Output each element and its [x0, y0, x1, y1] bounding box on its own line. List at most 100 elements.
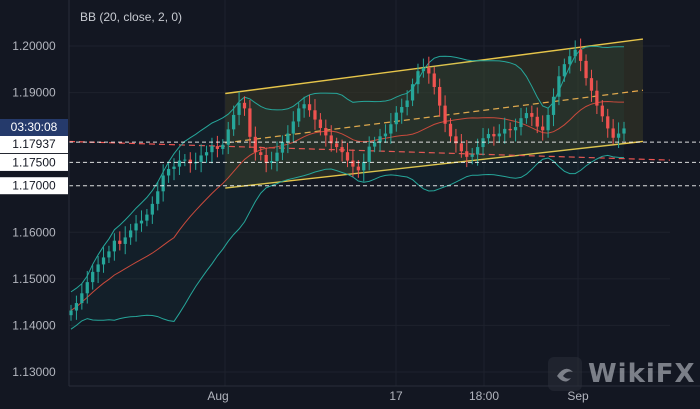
- candle-body: [367, 146, 371, 162]
- candle-body: [481, 138, 485, 148]
- candle-body: [432, 73, 436, 87]
- y-tick-label: 1.17500: [12, 155, 56, 169]
- candle-body: [546, 114, 550, 131]
- candle-body: [318, 119, 323, 128]
- x-tick-label: 17: [389, 389, 403, 403]
- candle-body: [519, 118, 523, 128]
- candle-body: [389, 124, 393, 134]
- y-tick-label: 1.17000: [12, 179, 56, 193]
- candle-body: [302, 104, 306, 109]
- candle-body: [497, 133, 501, 137]
- candle-body: [616, 133, 621, 138]
- candle-body: [313, 110, 317, 120]
- candle-body: [551, 96, 556, 115]
- candle-body: [362, 161, 366, 171]
- candle-countdown-badge: 03:30:08: [0, 119, 68, 136]
- candle-body: [85, 282, 89, 294]
- candle-body: [443, 105, 447, 124]
- candle-body: [280, 141, 285, 153]
- candle-body: [470, 154, 474, 157]
- candle-body: [275, 152, 279, 162]
- candle-body: [410, 84, 415, 101]
- candle-body: [383, 133, 388, 137]
- indicator-legend[interactable]: BB (20, close, 2, 0): [80, 10, 182, 24]
- candle-body: [221, 144, 225, 149]
- x-tick-label: 18:00: [469, 389, 499, 403]
- candle-body: [69, 310, 73, 316]
- candle-body: [242, 102, 247, 109]
- candle-body: [129, 230, 133, 238]
- candle-body: [150, 203, 154, 215]
- candle-body: [237, 102, 241, 115]
- candle-body: [579, 49, 583, 61]
- current-price-badge: 1.17937: [0, 136, 68, 153]
- candle-body: [101, 257, 106, 265]
- y-tick-label: 1.16000: [12, 225, 56, 239]
- candle-body: [215, 146, 220, 149]
- candle-body: [589, 78, 594, 91]
- x-tick-label: Aug: [207, 389, 228, 403]
- candle-body: [503, 128, 507, 134]
- candle-body: [372, 142, 377, 147]
- watermark-text: WikiFX: [588, 359, 696, 389]
- candle-body: [508, 128, 512, 131]
- candle-body: [562, 64, 566, 77]
- candle-body: [459, 143, 463, 152]
- price-chart[interactable]: 1.20000 1.19000 1.17500 1.17000 1.16000 1.150…: [0, 0, 700, 409]
- candle-body: [465, 151, 469, 157]
- candle-body: [123, 237, 127, 244]
- y-tick-label: 1.13000: [12, 365, 56, 379]
- candle-body: [475, 147, 480, 155]
- candle-body: [335, 143, 339, 148]
- candle-body: [166, 168, 171, 176]
- y-tick-label: 1.14000: [12, 318, 56, 332]
- candle-body: [210, 146, 214, 153]
- candle-body: [204, 152, 209, 156]
- candle-body: [107, 251, 111, 258]
- candle-body: [297, 108, 301, 122]
- candle-body: [145, 214, 149, 221]
- candle-body: [524, 113, 529, 119]
- y-tick-label: 1.19000: [12, 86, 56, 100]
- candle-body: [421, 67, 426, 72]
- candle-body: [448, 123, 453, 137]
- candle-body: [74, 303, 79, 311]
- candle-body: [307, 104, 312, 111]
- y-tick-label: 1.20000: [12, 39, 56, 53]
- candle-body: [345, 152, 350, 161]
- candle-body: [541, 126, 545, 131]
- candle-body: [351, 160, 355, 167]
- wikifx-logo-icon: [548, 357, 582, 391]
- candle-body: [400, 107, 404, 113]
- candle-body: [438, 86, 442, 106]
- candle-body: [161, 175, 165, 192]
- candle-body: [183, 159, 187, 161]
- candle-body: [405, 100, 409, 108]
- candle-body: [622, 128, 626, 134]
- candle-body: [486, 134, 491, 139]
- candle-body: [259, 152, 263, 155]
- candle-body: [606, 116, 610, 129]
- candle-body: [226, 129, 230, 145]
- candle-body: [291, 121, 295, 134]
- candle-body: [378, 136, 382, 143]
- candle-body: [611, 128, 615, 138]
- candle-body: [513, 127, 518, 131]
- candle-body: [427, 67, 431, 74]
- candle-body: [91, 271, 95, 283]
- candle-body: [156, 191, 160, 204]
- candle-body: [340, 147, 344, 153]
- candle-body: [394, 112, 398, 125]
- candle-body: [530, 113, 534, 117]
- candle-body: [134, 223, 138, 231]
- candle-body: [595, 90, 599, 106]
- y-tick-label: 1.15000: [12, 272, 56, 286]
- candle-body: [253, 136, 257, 153]
- candle-body: [535, 116, 539, 127]
- candle-body: [584, 60, 588, 79]
- candle-body: [568, 56, 572, 65]
- candle-body: [199, 155, 203, 162]
- candle-body: [118, 240, 122, 244]
- candle-body: [557, 76, 561, 97]
- candle-body: [139, 220, 144, 224]
